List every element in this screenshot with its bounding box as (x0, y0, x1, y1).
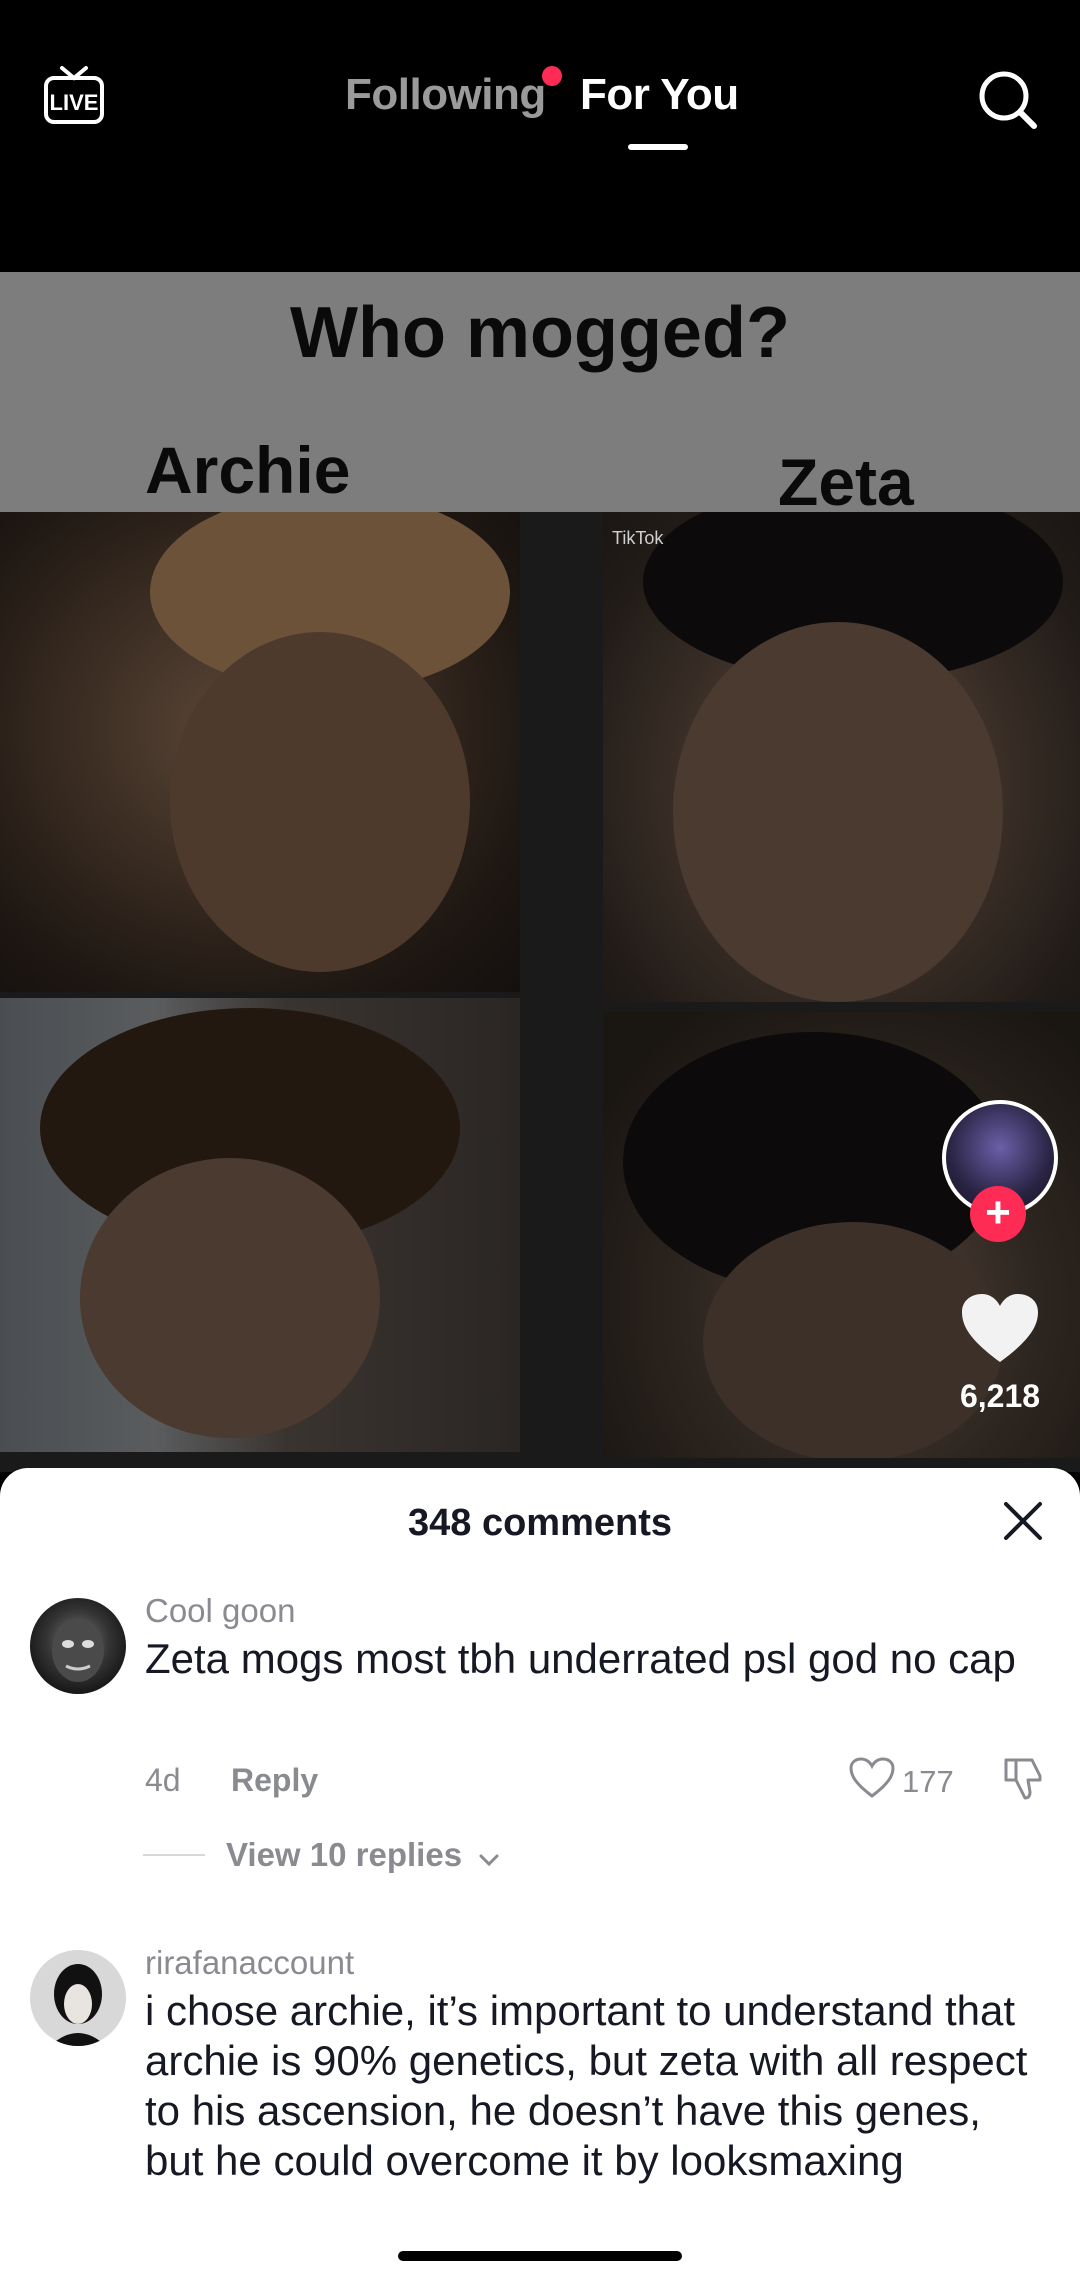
close-icon[interactable] (1000, 1498, 1046, 1544)
follow-plus-icon[interactable]: + (970, 1186, 1026, 1242)
notification-dot (541, 66, 562, 86)
avatar[interactable] (30, 1598, 126, 1694)
avatar[interactable] (30, 1950, 126, 2046)
photo-bottom-left (0, 998, 520, 1452)
photo-top-left (0, 512, 520, 992)
tab-for-you-label: For You (580, 70, 739, 119)
heart-icon[interactable] (960, 1292, 1040, 1366)
comment-text: i chose archie, it’s important to unders… (145, 1987, 1028, 2184)
chevron-down-icon (477, 1838, 501, 1876)
video-player[interactable]: Who mogged? Archie Zeta TikTok (0, 272, 1080, 1472)
active-tab-indicator (628, 144, 688, 150)
left-label: Archie (145, 433, 351, 507)
comment-username[interactable]: Cool goon (145, 1592, 295, 1630)
tab-for-you[interactable]: For You (580, 70, 739, 120)
comments-count-title: 348 comments (407, 1502, 672, 1544)
comment-like-count: 177 (902, 1764, 954, 1799)
top-nav: LIVE Following For You (0, 0, 1080, 272)
like-count: 6,218 (959, 1378, 1041, 1414)
reply-button[interactable]: Reply (231, 1762, 318, 1799)
thumbs-down-icon[interactable] (1000, 1754, 1048, 1802)
video-title: Who mogged? (290, 293, 790, 373)
photo-top-right (603, 512, 1080, 1002)
replies-divider (143, 1854, 205, 1856)
right-label: Zeta (778, 445, 914, 519)
comment-username[interactable]: rirafanaccount (145, 1944, 354, 1982)
tab-following[interactable]: Following (345, 66, 562, 120)
tab-following-label: Following (345, 70, 546, 119)
comments-sheet: 348 comments Cool goon Zeta mogs most tb… (0, 1468, 1080, 2289)
comment-heart-icon[interactable] (848, 1756, 896, 1800)
home-indicator (398, 2251, 682, 2261)
video-caption-banner: Who mogged? Archie Zeta (0, 272, 1080, 519)
search-icon[interactable] (976, 68, 1040, 132)
feed-tabs: Following For You (0, 66, 1080, 160)
view-replies-button[interactable]: View 10 replies (226, 1836, 501, 1876)
view-replies-label: View 10 replies (226, 1836, 463, 1873)
tiktok-watermark: TikTok (612, 528, 664, 548)
comment-age: 4d (145, 1762, 181, 1798)
comment-text: Zeta mogs most tbh underrated psl god no… (145, 1635, 1016, 1682)
